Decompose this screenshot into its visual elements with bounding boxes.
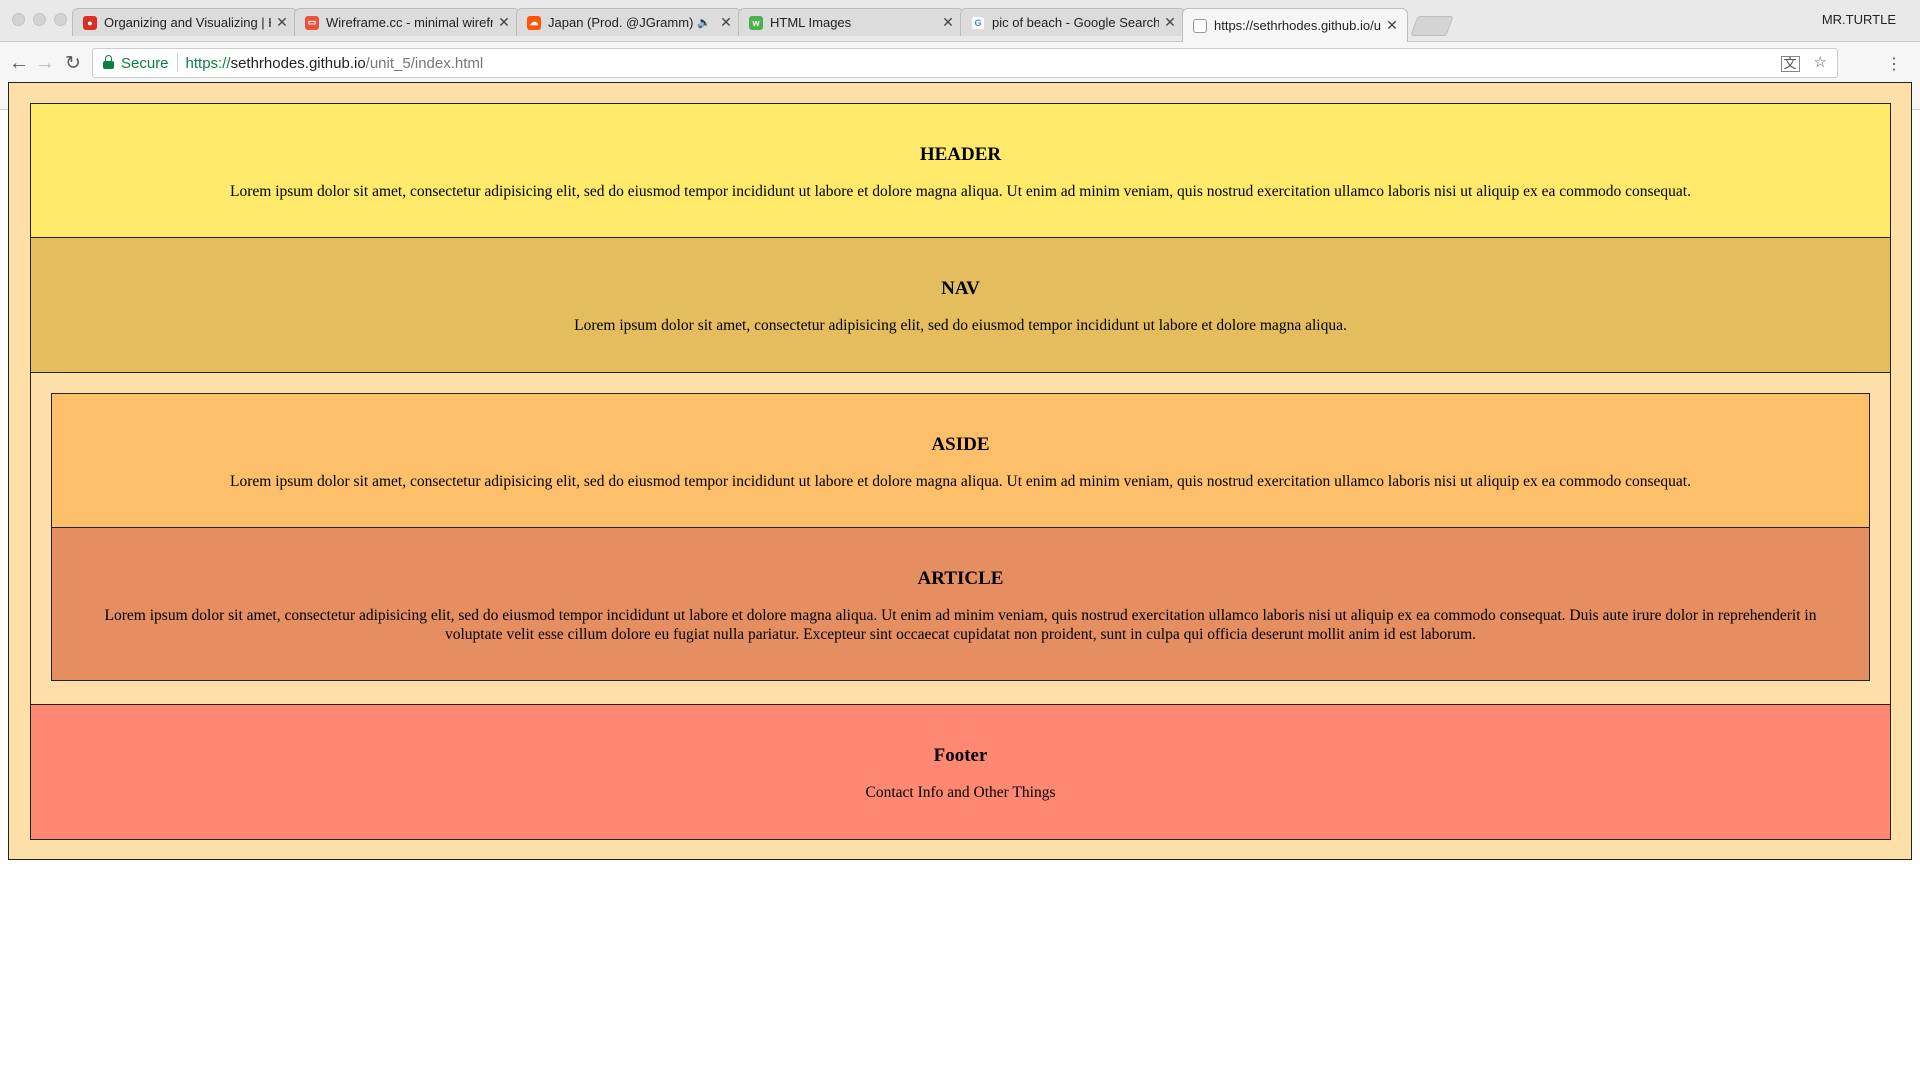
tab-japan-soundcloud[interactable]: ☁ Japan (Prod. @JGramm) by 🔈 ✕ [516,8,742,36]
nav-heading: NAV [941,278,980,299]
close-icon[interactable]: ✕ [941,14,955,31]
w3schools-icon: w [749,15,763,30]
aside-heading: ASIDE [931,434,990,455]
forward-arrow-icon[interactable]: → [34,52,56,75]
codeorg-icon: ● [83,15,97,30]
url-scheme: https:// [185,54,231,72]
wireframe-icon: ▭ [305,15,319,30]
soundcloud-icon: ☁ [527,15,541,30]
new-tab-button[interactable] [1410,16,1454,36]
page-body: HEADER Lorem ipsum dolor sit amet, conse… [8,82,1912,860]
tab-html-images[interactable]: w HTML Images ✕ [738,8,964,36]
profile-name[interactable]: MR.TURTLE [1822,12,1896,27]
article-text: Lorem ipsum dolor sit amet, consectetur … [104,607,1817,643]
translate-icon[interactable]: 文 [1780,56,1800,72]
tab-sethrhodes-active[interactable]: https://sethrhodes.github.io/unit_5/inde… [1182,8,1408,42]
header-heading: HEADER [919,144,1002,165]
nav-section: NAV Lorem ipsum dolor sit amet, consecte… [30,237,1891,373]
close-icon[interactable]: ✕ [275,14,289,31]
footer-section: Footer Contact Info and Other Things [30,704,1891,840]
speaker-icon[interactable]: 🔈 [697,16,711,29]
footer-text: Contact Info and Other Things [865,784,1056,801]
close-icon[interactable]: ✕ [1385,17,1399,34]
tab-google-search[interactable]: G pic of beach - Google Search ✕ [960,8,1186,36]
header-section: HEADER Lorem ipsum dolor sit amet, conse… [30,103,1891,238]
tab-title: Japan (Prod. @JGramm) by [548,15,694,30]
lock-icon[interactable] [103,55,114,69]
tab-title: Organizing and Visualizing | HTML [104,15,271,30]
tab-organizing-visualizing[interactable]: ● Organizing and Visualizing | HTML ✕ [72,8,298,36]
divider [176,54,178,72]
url-host: sethrhodes.github.io [230,54,366,72]
url-path: /unit_5/index.html [365,54,484,72]
tab-wireframe[interactable]: ▭ Wireframe.cc - minimal wireframing too… [294,8,520,36]
page-icon [1193,18,1207,33]
header-text: Lorem ipsum dolor sit amet, consectetur … [230,183,1691,200]
menu-dots-icon[interactable]: ⋮ [1886,54,1902,74]
tab-title: https://sethrhodes.github.io/unit_5/inde… [1214,18,1381,33]
footer-heading: Footer [933,745,988,766]
maximize-window-button[interactable] [54,13,67,26]
close-window-button[interactable] [12,13,25,26]
reload-icon[interactable]: ↻ [62,52,84,75]
minimize-window-button[interactable] [33,13,46,26]
close-icon[interactable]: ✕ [719,14,733,31]
tab-title: Wireframe.cc - minimal wireframing tool [326,15,493,30]
google-icon: G [971,15,985,30]
tab-list: ● Organizing and Visualizing | HTML ✕ ▭ … [72,8,1454,42]
secure-label[interactable]: Secure [121,55,169,72]
omnibox-actions: 文 ☆ [1780,53,1827,72]
main-section: ASIDE Lorem ipsum dolor sit amet, consec… [30,372,1891,705]
window-controls [12,13,67,26]
close-icon[interactable]: ✕ [497,14,511,31]
aside-section: ASIDE Lorem ipsum dolor sit amet, consec… [51,393,1870,528]
address-bar[interactable]: Secure https:// sethrhodes.github.io /un… [92,48,1838,78]
article-heading: ARTICLE [917,568,1004,589]
tab-strip: ● Organizing and Visualizing | HTML ✕ ▭ … [0,0,1920,42]
close-icon[interactable]: ✕ [1163,14,1177,31]
bookmark-star-icon[interactable]: ☆ [1814,53,1827,72]
tab-title: pic of beach - Google Search [992,15,1159,30]
tab-title: HTML Images [770,15,852,30]
nav-text: Lorem ipsum dolor sit amet, consectetur … [574,317,1347,334]
aside-text: Lorem ipsum dolor sit amet, consectetur … [230,473,1691,490]
back-arrow-icon[interactable]: ← [8,52,30,75]
article-section: ARTICLE Lorem ipsum dolor sit amet, cons… [51,527,1870,681]
